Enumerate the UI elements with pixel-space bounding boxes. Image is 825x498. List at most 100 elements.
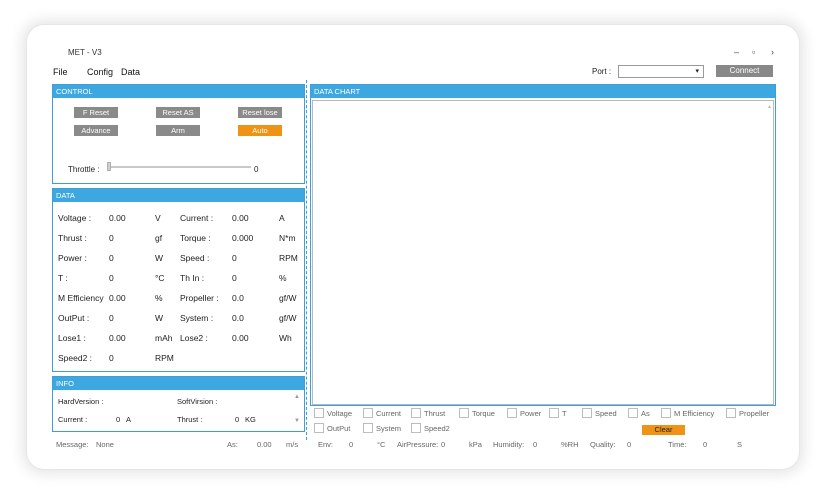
checkbox-propeller[interactable]: [726, 408, 736, 418]
app-window: MET - V3 – ▫ › File Config Data Port : ▾…: [44, 42, 784, 454]
env-unit: °C: [377, 440, 386, 449]
menu-file[interactable]: File: [53, 67, 68, 77]
chart-canvas[interactable]: ▴: [312, 100, 774, 405]
data-unit-b: Wh: [279, 333, 292, 343]
checkbox-label-speed: Speed: [595, 409, 617, 418]
message-label: Message:: [56, 440, 89, 449]
data-chart-header: DATA CHART: [311, 85, 775, 98]
reset-as-button[interactable]: Reset AS: [156, 107, 200, 118]
data-label-b: Lose2 :: [180, 333, 208, 343]
checkbox-current[interactable]: [363, 408, 373, 418]
air-pressure-value: 0: [441, 440, 446, 449]
data-value-b: 0.000: [232, 233, 254, 243]
minimize-icon[interactable]: –: [734, 47, 739, 57]
restore-icon[interactable]: ▫: [752, 47, 755, 57]
as-value: 0.00: [257, 440, 272, 449]
quality-label: Quality:: [590, 440, 616, 449]
air-pressure-label: AirPressure:: [397, 440, 439, 449]
data-value-b: 0.00: [232, 333, 249, 343]
time-unit: S: [737, 440, 743, 449]
port-label: Port :: [592, 67, 612, 76]
humidity-value: 0: [533, 440, 538, 449]
data-unit-b: RPM: [279, 253, 298, 263]
info-thrust-label: Thrust :: [177, 415, 203, 424]
f-reset-button[interactable]: F Reset: [74, 107, 118, 118]
scroll-down-icon[interactable]: ▼: [294, 418, 300, 424]
quality-value: 0: [627, 440, 632, 449]
checkbox-label-m-efficiency: M Efficiency: [674, 409, 715, 418]
checkbox-output[interactable]: [314, 423, 324, 433]
control-panel: CONTROL F Reset Reset AS Reset lose Adva…: [52, 84, 305, 184]
chart-scroll-icon[interactable]: ▴: [768, 103, 771, 110]
checkbox-label-torque: Torque: [472, 409, 495, 418]
checkbox-label-t: T: [562, 409, 567, 418]
info-thrust-value: 0: [235, 415, 240, 424]
checkbox-torque[interactable]: [459, 408, 469, 418]
checkbox-thrust[interactable]: [411, 408, 421, 418]
time-label: Time:: [668, 440, 687, 449]
info-current-unit: A: [126, 415, 132, 424]
advance-button[interactable]: Advance: [74, 125, 118, 136]
checkbox-label-thrust: Thrust: [424, 409, 446, 418]
info-panel: INFO HardVersion : SoftVirsion : Current…: [52, 376, 305, 432]
auto-button[interactable]: Auto: [238, 125, 282, 136]
data-unit-a: V: [155, 213, 161, 223]
checkbox-label-as: As: [641, 409, 650, 418]
control-header: CONTROL: [53, 85, 304, 98]
throttle-label: Throttle :: [68, 165, 100, 174]
checkbox-speed[interactable]: [582, 408, 592, 418]
humidity-unit: %RH: [561, 440, 579, 449]
air-pressure-unit: kPa: [469, 440, 482, 449]
data-label-b: Th In :: [180, 273, 205, 283]
data-value-b: 0: [232, 253, 237, 263]
info-current-label: Current :: [58, 415, 88, 424]
arm-button[interactable]: Arm: [156, 125, 200, 136]
data-value-b: 0.00: [232, 213, 249, 223]
data-label-b: Current :: [180, 213, 214, 223]
checkbox-t[interactable]: [549, 408, 559, 418]
checkbox-label-current: Current: [376, 409, 402, 418]
data-label-a: Power :: [58, 253, 87, 263]
connect-button[interactable]: Connect: [716, 65, 773, 77]
clear-button[interactable]: Clear: [642, 425, 685, 435]
menu-config[interactable]: Config: [87, 67, 113, 77]
checkbox-label-output: OutPut: [327, 424, 351, 433]
data-unit-a: °C: [155, 273, 165, 283]
data-panel: DATA Voltage :0.00 V Current :0.00 A Thrust …: [52, 188, 305, 372]
throttle-value: 0: [254, 165, 259, 174]
checkbox-m-efficiency[interactable]: [661, 408, 671, 418]
data-unit-a: W: [155, 253, 164, 263]
env-value: 0: [349, 440, 354, 449]
data-unit-a: W: [155, 313, 164, 323]
throttle-slider-track[interactable]: [109, 166, 251, 168]
close-icon[interactable]: ›: [771, 47, 774, 57]
checkbox-as[interactable]: [628, 408, 638, 418]
data-value-b: 0: [232, 273, 237, 283]
port-select[interactable]: ▾: [618, 65, 704, 78]
data-label-a: Lose1 :: [58, 333, 86, 343]
data-header: DATA: [53, 189, 304, 202]
hard-version-label: HardVersion :: [58, 397, 104, 406]
as-label: As:: [227, 440, 238, 449]
checkbox-speed2[interactable]: [411, 423, 421, 433]
checkbox-label-system: System: [376, 424, 402, 433]
humidity-label: Humidity:: [493, 440, 525, 449]
reset-lose-button[interactable]: Reset lose: [238, 107, 282, 118]
data-unit-b: N*m: [279, 233, 296, 243]
data-unit-a: %: [155, 293, 163, 303]
data-value-b: 0.0: [232, 293, 244, 303]
throttle-slider-thumb[interactable]: [107, 162, 111, 171]
data-unit-b: %: [279, 273, 287, 283]
checkbox-system[interactable]: [363, 423, 373, 433]
data-value-a: 0: [109, 313, 114, 323]
data-label-b: Speed :: [180, 253, 210, 263]
data-label-b: Torque :: [180, 233, 211, 243]
checkbox-voltage[interactable]: [314, 408, 324, 418]
data-value-a: 0.00: [109, 293, 126, 303]
panel-splitter[interactable]: [306, 80, 307, 440]
menu-data[interactable]: Data: [121, 67, 140, 77]
data-label-b: System :: [180, 313, 214, 323]
time-value: 0: [703, 440, 708, 449]
checkbox-power[interactable]: [507, 408, 517, 418]
scroll-up-icon[interactable]: ▲: [294, 394, 300, 400]
